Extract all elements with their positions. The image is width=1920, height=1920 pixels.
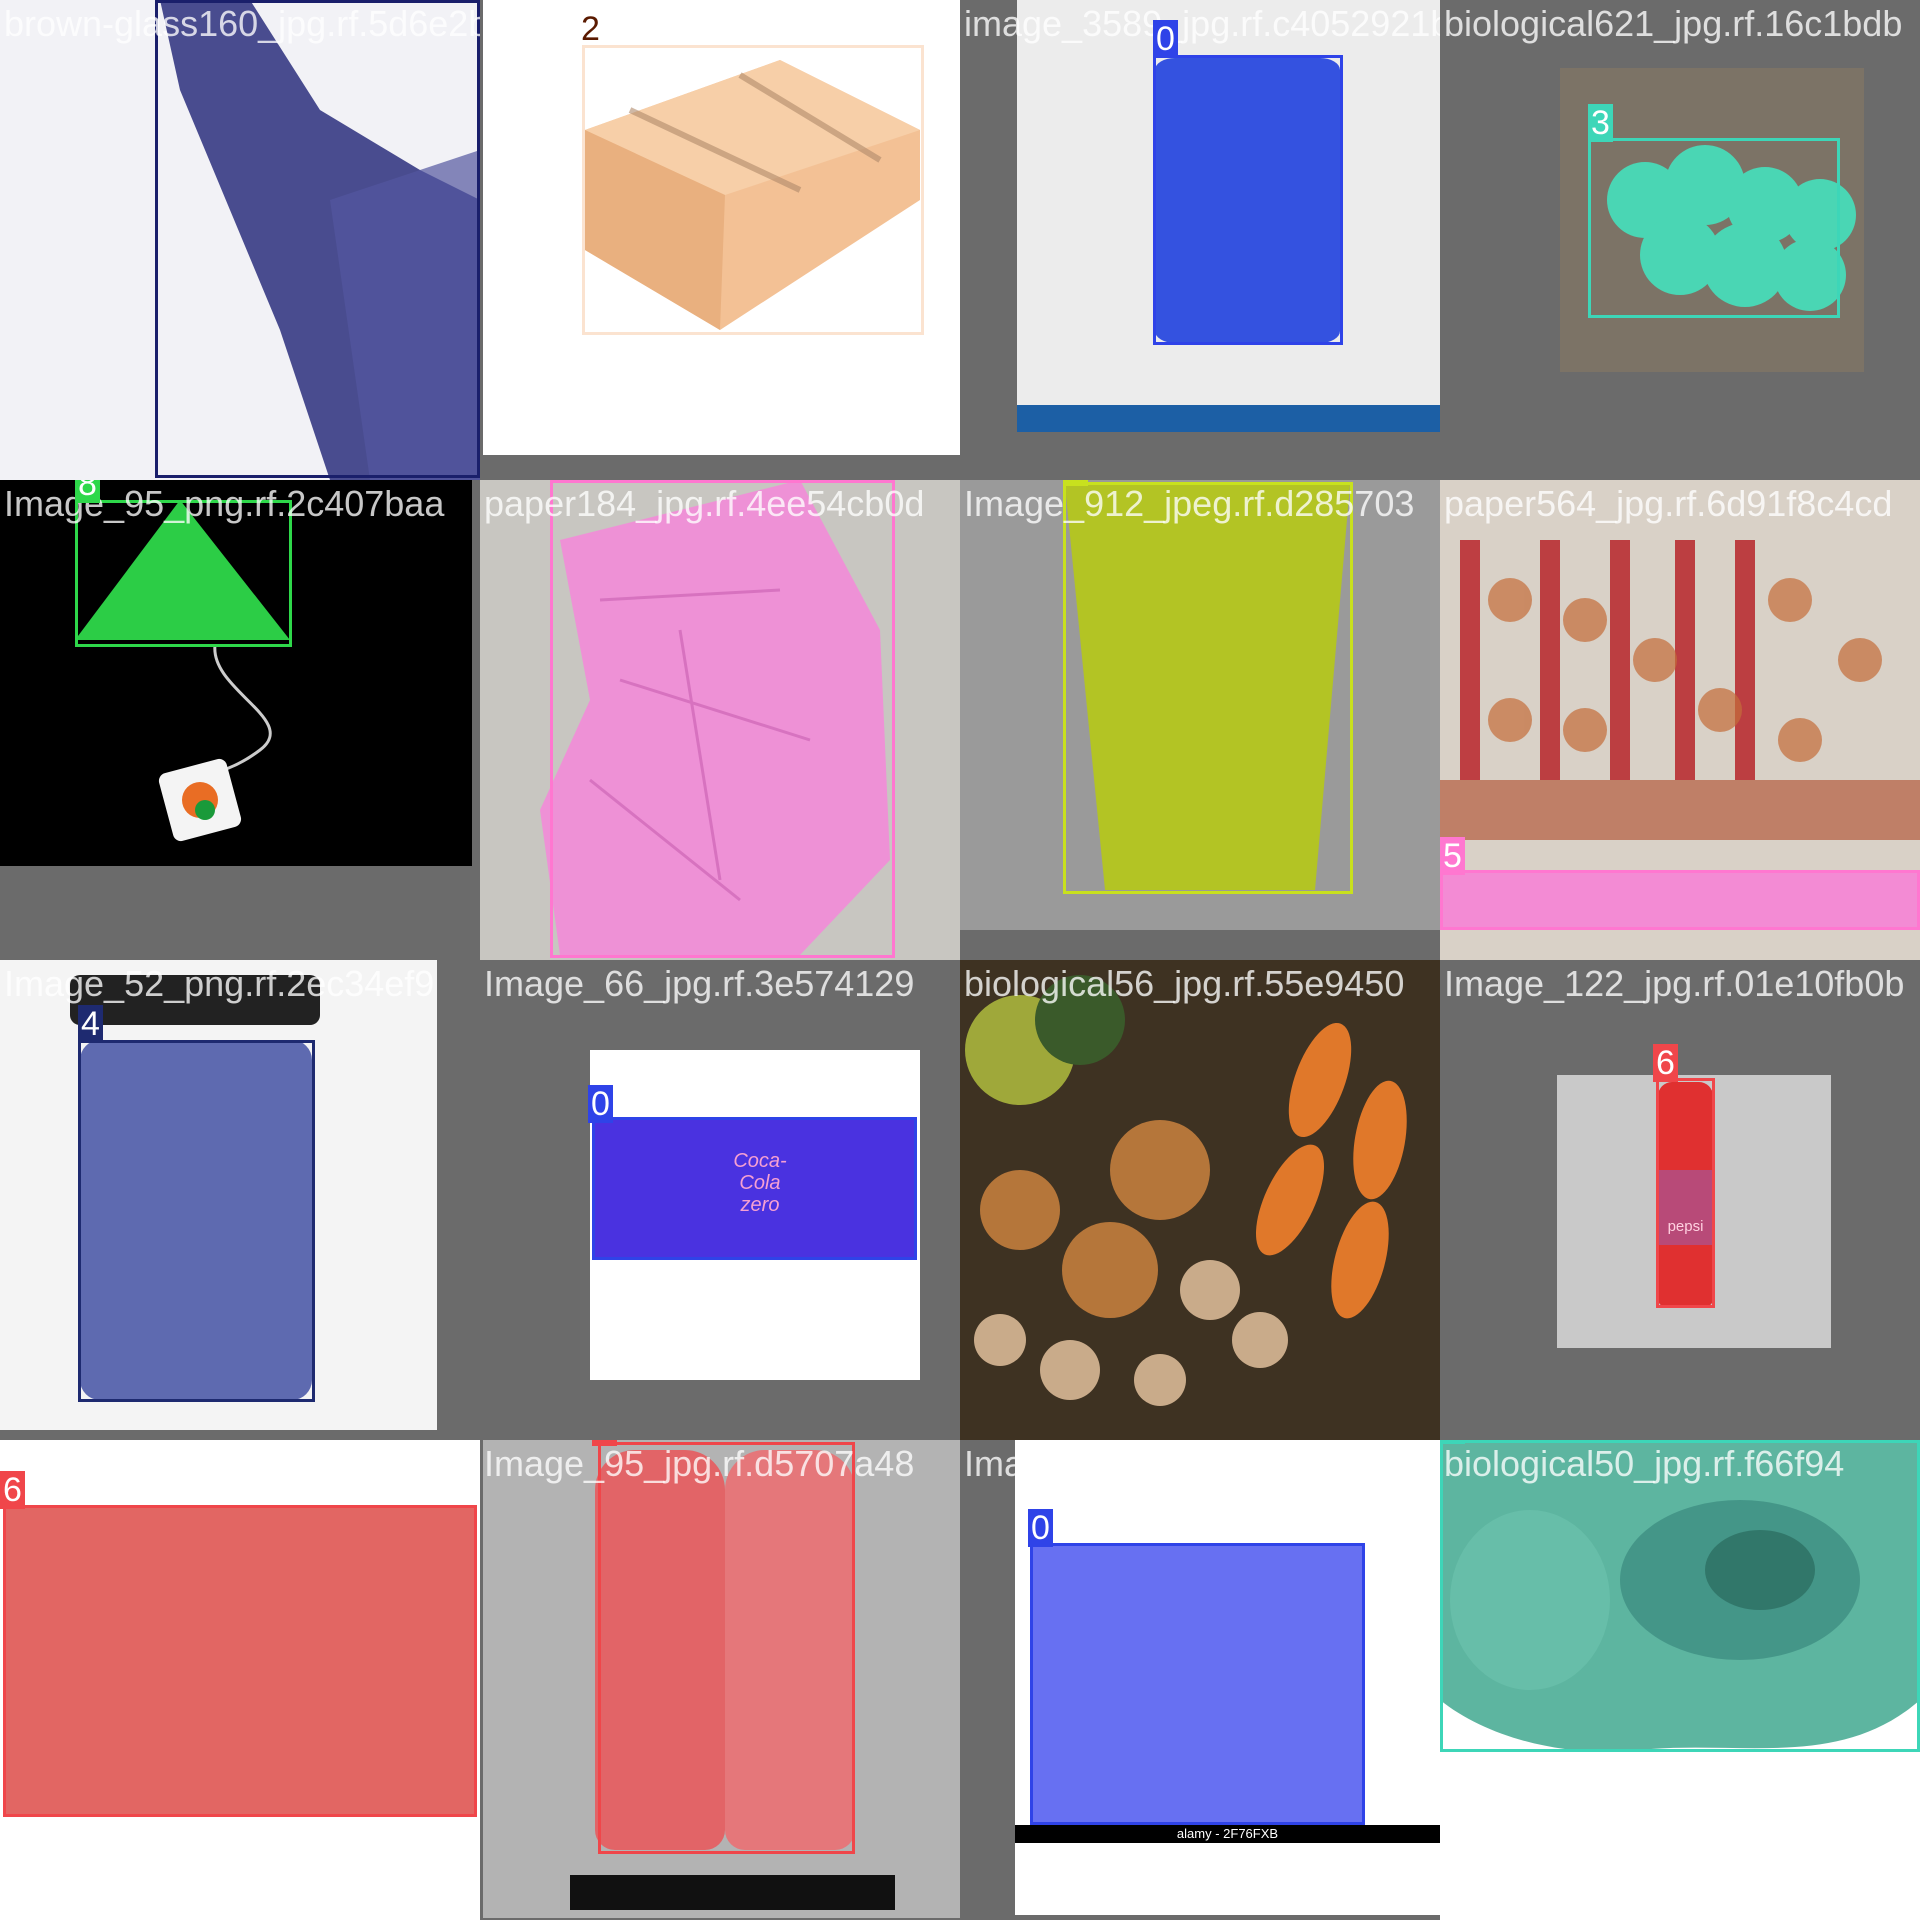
tile-tea-bag: 8 Image_95_png.rf.2c407baa bbox=[0, 480, 480, 960]
bounding-box bbox=[582, 45, 924, 335]
bounding-box bbox=[155, 0, 480, 478]
tile-brown-glass: brown-glass160_jpg.rf.5d6e2b0a bbox=[0, 0, 480, 480]
tile-newspaper: 5 paper564_jpg.rf.6d91f8c4cd bbox=[1440, 480, 1920, 960]
class-label: 3 bbox=[1588, 104, 1613, 142]
bounding-box bbox=[1440, 1440, 1920, 1752]
tile-tin-can: 0 image_3589_jpg.rf.c4052921b5 bbox=[960, 0, 1440, 480]
tile-filename: Image_122_jpg.rf.01e10fb0b bbox=[1444, 963, 1905, 1004]
tile-filename: Image_95_jpg.rf.d5707a48 bbox=[484, 1443, 915, 1484]
tile-filename: biological56_jpg.rf.55e9450 bbox=[964, 963, 1405, 1004]
tile-paper-cup: 7 Image_912_jpeg.rf.d285703 bbox=[960, 480, 1440, 960]
tile-crushed-cans: alamy - 2F76FXB 0 Image_530_jpg.rf.61d11… bbox=[960, 1440, 1440, 1920]
class-label: 5 bbox=[1440, 837, 1465, 875]
bounding-box bbox=[598, 1442, 855, 1854]
coke-zero-text: Coca-Cola zero bbox=[733, 1150, 787, 1216]
bounding-box bbox=[1656, 1078, 1715, 1308]
class-label: 0 bbox=[1028, 1509, 1053, 1547]
tile-filename: Image_912_jpeg.rf.d285703 bbox=[964, 483, 1415, 524]
tile-filename: image_3589_jpg.rf.c4052921b5 bbox=[964, 3, 1440, 44]
bounding-box bbox=[78, 1040, 315, 1402]
tile-filename: biological621_jpg.rf.16c1bdb bbox=[1444, 3, 1903, 44]
bounding-box bbox=[1588, 138, 1840, 318]
tile-water-bottles: 6 Image_95_jpg.rf.d5707a48 bbox=[480, 1440, 960, 1920]
tile-organic-blob: 3 biological50_jpg.rf.f66f94 bbox=[1440, 1440, 1920, 1920]
tile-paper-crumpled: 5 paper184_jpg.rf.4ee54cb0d bbox=[480, 480, 960, 960]
stock-caption: alamy - 2F76FXB bbox=[1176, 1826, 1279, 1841]
tile-filename: Image_243_png.rf.97afc65e bbox=[4, 1443, 455, 1484]
tile-filename: Image_66_jpg.rf.3e574129 bbox=[484, 963, 915, 1004]
tile-filename: biological50_jpg.rf.f66f94 bbox=[1444, 1443, 1845, 1484]
bounding-box bbox=[1153, 55, 1343, 345]
pepsi-text: pepsi bbox=[1667, 1218, 1704, 1235]
class-label: 6 bbox=[0, 1471, 25, 1509]
class-label: 4 bbox=[78, 1005, 103, 1043]
vegetable-content bbox=[965, 975, 1407, 1406]
bounding-box bbox=[550, 480, 895, 958]
tile-filename: Image_52_png.rf.2ec34ef9 bbox=[4, 963, 435, 1004]
tile-filename: paper564_jpg.rf.6d91f8c4cd bbox=[1444, 483, 1893, 524]
tile-plastic-strands: 6 Image_243_png.rf.97afc65e bbox=[0, 1440, 480, 1920]
class-label: 0 bbox=[588, 1085, 613, 1123]
bounding-box bbox=[1030, 1543, 1365, 1825]
tile-tomatoes: 3 biological621_jpg.rf.16c1bdb bbox=[1440, 0, 1920, 480]
class-label: 0 bbox=[1153, 20, 1178, 58]
tile-cardboard: 2 pcardboard-75_jpg.rf.52685325d7 bbox=[480, 0, 960, 480]
class-label: 6 bbox=[1653, 1044, 1678, 1082]
tile-filename: Image_530_jpg.rf.61d1104 bbox=[964, 1443, 1392, 1484]
class-label: 5 bbox=[550, 480, 575, 483]
tile-filename: pcardboard-75_jpg.rf.52685325d7 bbox=[484, 3, 960, 44]
class-label: 2 bbox=[581, 10, 600, 48]
tile-coke-cans: Coca-Cola zero 0 Image_66_jpg.rf.3e57412… bbox=[480, 960, 960, 1440]
tile-filename: brown-glass160_jpg.rf.5d6e2b0a bbox=[4, 3, 480, 44]
tile-filename: Image_95_png.rf.2c407baa bbox=[4, 483, 445, 524]
tile-filename: paper184_jpg.rf.4ee54cb0d bbox=[484, 483, 925, 524]
tile-vegetables: biological56_jpg.rf.55e9450 bbox=[960, 960, 1440, 1440]
tile-glass-jar: 4 Image_52_png.rf.2ec34ef9 bbox=[0, 960, 480, 1440]
bounding-box bbox=[1063, 482, 1353, 894]
tile-pepsi-bottle: pepsi 6 Image_122_jpg.rf.01e10fb0b bbox=[1440, 960, 1920, 1440]
class-label: 8 bbox=[75, 480, 100, 503]
class-label: 7 bbox=[1063, 480, 1088, 486]
photo-footer-bar bbox=[570, 1875, 895, 1910]
bounding-box bbox=[3, 1505, 477, 1817]
class-label: 3 bbox=[1440, 1440, 1465, 1444]
bounding-box bbox=[1440, 870, 1920, 930]
class-label: 6 bbox=[592, 1440, 617, 1446]
mosaic-grid: brown-glass160_jpg.rf.5d6e2b0a 2 pcardbo… bbox=[0, 0, 1920, 1920]
